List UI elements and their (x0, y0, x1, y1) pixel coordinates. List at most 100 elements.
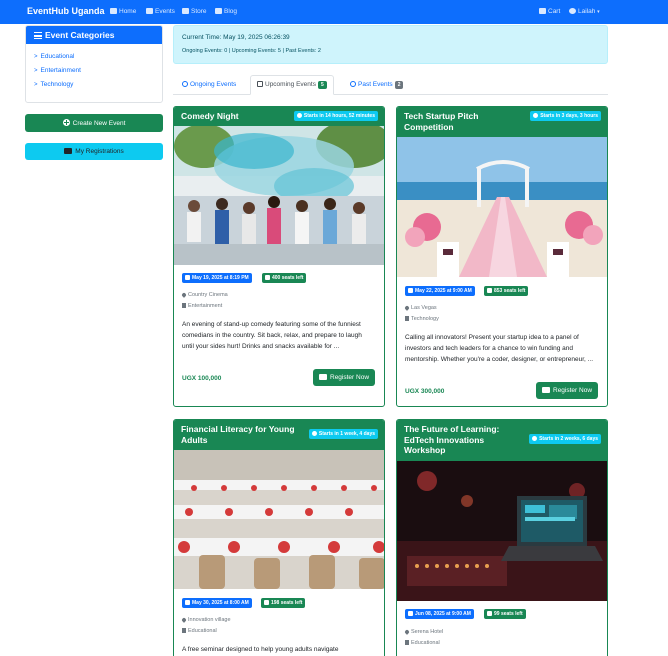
event-image (397, 461, 607, 601)
user-icon (569, 8, 576, 14)
event-title: Financial Literacy for Young Adults (181, 424, 295, 445)
event-card: Tech Startup Pitch Competition Starts in… (396, 106, 608, 407)
event-card: The Future of Learning: EdTech Innovatio… (396, 419, 608, 656)
my-registrations-button[interactable]: My Registrations (25, 143, 163, 160)
category-entertainment[interactable]: > Entertainment (34, 67, 81, 74)
tab-upcoming[interactable]: Upcoming Events 5 (250, 75, 334, 95)
banquet-hall-image (174, 450, 384, 589)
categories-card: Event Categories > Educational > Entertain… (25, 25, 163, 103)
play-circle-icon (182, 81, 188, 87)
seats-badge: 400 seats left (262, 273, 307, 283)
nav-store[interactable]: Store (182, 8, 207, 15)
category-technology[interactable]: > Technology (34, 81, 73, 88)
clock-icon (311, 431, 317, 436)
laptop-studio-image (397, 461, 607, 601)
clock-icon (532, 436, 538, 441)
event-location: Las Vegas (404, 305, 437, 311)
event-card-header: Comedy Night Starts in 14 hours, 52 minu… (174, 107, 384, 126)
categories-title: Event Categories (45, 30, 115, 40)
calendar-icon (408, 288, 413, 293)
tab-ongoing-label: Ongoing Events (190, 81, 237, 88)
event-location: Innovation village (181, 617, 231, 623)
create-event-label: Create New Event (72, 120, 126, 127)
event-category: Educational (182, 628, 217, 634)
category-text: Educational (411, 640, 440, 646)
countdown-badge: Starts in 1 week, 4 days (308, 429, 378, 439)
event-date-badge: May 22, 2025 at 9:00 AM (405, 286, 475, 296)
tag-icon (405, 316, 409, 321)
category-educational[interactable]: > Educational (34, 53, 75, 60)
nav-events-label: Events (155, 8, 175, 15)
countdown-badge: Starts in 2 weeks, 6 days (529, 434, 601, 444)
category-text: Technology (411, 316, 439, 322)
event-card: Comedy Night Starts in 14 hours, 52 minu… (173, 106, 385, 407)
seats-left: 400 seats left (272, 275, 304, 281)
clock-icon (296, 113, 302, 118)
chevron-right-icon: > (34, 54, 38, 60)
list-icon (34, 32, 42, 39)
calendar-icon (257, 81, 263, 87)
countdown-badge: Starts in 14 hours, 52 minutes (293, 111, 378, 121)
event-description: Calling all innovators! Present your sta… (405, 334, 594, 363)
seats-left: 198 seats left (271, 600, 303, 606)
user-menu[interactable]: Lailah ▾ (569, 8, 600, 15)
seats-badge: 99 seats left (484, 609, 526, 619)
location-text: Innovation village (188, 617, 231, 623)
event-card-header: Tech Startup Pitch Competition Starts in… (397, 107, 607, 137)
event-location: Country Cinema (181, 292, 228, 298)
nav-blog-label: Blog (224, 8, 238, 15)
countdown-text: Starts in 3 days, 3 hours (540, 113, 598, 119)
location-text: Country Cinema (188, 292, 228, 298)
holi-crowd-image (174, 120, 384, 265)
nav-cart-label: Cart (548, 8, 561, 15)
chevron-down-icon: ▾ (597, 9, 600, 15)
clock-icon (533, 113, 539, 118)
calendar-icon (185, 275, 190, 280)
countdown-text: Starts in 1 week, 4 days (318, 431, 375, 437)
brand-logo[interactable]: EventHub Uganda (27, 6, 105, 16)
tab-upcoming-label: Upcoming Events (265, 81, 316, 88)
event-date: May 30, 2025 at 8:00 AM (192, 600, 249, 606)
register-now-button[interactable]: Register Now (536, 382, 599, 399)
nav-blog[interactable]: Blog (215, 8, 237, 15)
event-location: Serena Hotel (404, 629, 443, 635)
tag-icon (182, 628, 186, 633)
nav-home[interactable]: Home (110, 8, 136, 15)
event-card-header: The Future of Learning: EdTech Innovatio… (397, 420, 607, 461)
map-pin-icon (181, 292, 187, 298)
register-label: Register Now (330, 374, 370, 381)
current-time: Current Time: May 19, 2025 06:26:39 (182, 34, 290, 41)
cart-icon (539, 8, 546, 14)
tab-past[interactable]: Past Events 2 (350, 75, 404, 95)
event-category: Entertainment (182, 303, 222, 309)
nav-cart[interactable]: Cart (539, 8, 560, 15)
event-date: Jun 08, 2025 at 9:00 AM (415, 611, 471, 617)
seats-badge: 198 seats left (261, 598, 306, 608)
event-date: May 22, 2025 at 9:00 AM (415, 288, 472, 294)
create-event-button[interactable]: Create New Event (25, 114, 163, 132)
tab-ongoing[interactable]: Ongoing Events (182, 75, 236, 95)
beach-wedding-image (397, 137, 607, 277)
event-title: The Future of Learning: EdTech Innovatio… (404, 424, 500, 455)
calendar-icon (408, 611, 413, 616)
event-image (397, 137, 607, 277)
store-icon (182, 8, 189, 14)
event-counts: Ongoing Events: 0 | Upcoming Events: 5 |… (182, 48, 321, 54)
top-navbar: EventHub Uganda Home Events Store Blog C… (0, 0, 668, 24)
event-date-badge: May 30, 2025 at 8:00 AM (182, 598, 252, 608)
ticket-icon (64, 148, 73, 154)
chevron-right-icon: > (34, 82, 38, 88)
people-icon (487, 611, 492, 616)
nav-events[interactable]: Events (146, 8, 175, 15)
event-category: Technology (405, 316, 439, 322)
chevron-right-icon: > (34, 68, 38, 74)
people-icon (265, 275, 270, 280)
home-icon (110, 8, 117, 14)
event-image (174, 120, 384, 265)
upcoming-count-badge: 5 (317, 81, 327, 89)
calendar-icon (185, 600, 190, 605)
people-icon (487, 288, 492, 293)
event-title: Comedy Night (181, 111, 239, 121)
register-now-button[interactable]: Register Now (313, 369, 376, 386)
blog-icon (215, 8, 222, 14)
